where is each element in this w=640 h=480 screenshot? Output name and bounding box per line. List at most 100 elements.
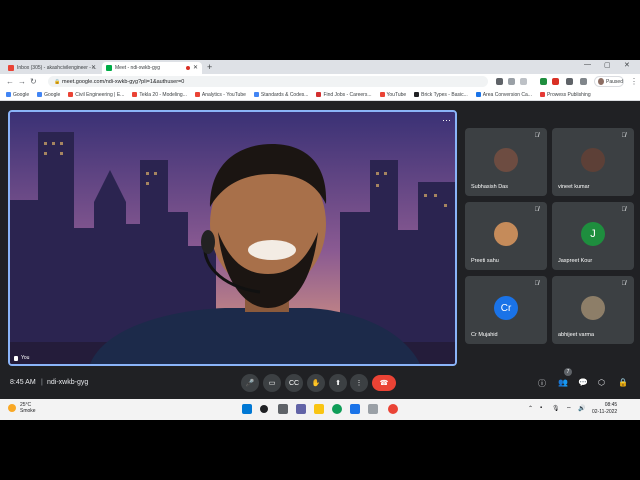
- file-explorer-icon[interactable]: [314, 404, 324, 414]
- more-options-icon[interactable]: ⋯: [442, 115, 451, 126]
- participant-name: abhijeet varma: [558, 332, 595, 338]
- main-video[interactable]: ⋯ You: [8, 110, 457, 366]
- tab-meet[interactable]: Meet - ndi-xwkb-gyg ✕: [102, 62, 202, 74]
- bookmark-item[interactable]: Area Conversion Ca...: [475, 92, 532, 98]
- end-call-button[interactable]: ☎: [372, 375, 396, 391]
- chrome-icon[interactable]: [388, 404, 398, 414]
- activities-icon[interactable]: ⬡: [598, 378, 605, 387]
- bookmark-item[interactable]: Google: [6, 92, 29, 98]
- chat-icon[interactable]: 💬: [578, 378, 588, 387]
- youtube-icon: [379, 92, 385, 97]
- profile-status: Paused: [606, 78, 623, 85]
- system-clock[interactable]: 08:45 02-11-2022: [592, 402, 617, 416]
- people-count-badge: 7: [564, 368, 572, 376]
- present-button[interactable]: ⬆: [329, 374, 347, 392]
- chat-app-icon[interactable]: [296, 404, 306, 414]
- host-controls-icon[interactable]: 🔒: [618, 378, 628, 387]
- weather-widget[interactable]: 25°C Smoke: [8, 402, 36, 414]
- forward-icon[interactable]: →: [18, 77, 26, 86]
- close-window-icon[interactable]: ✕: [624, 61, 630, 69]
- bookmark-item[interactable]: Prowess Publishing: [539, 92, 591, 98]
- puzzle-icon[interactable]: [566, 78, 573, 85]
- tab-gmail[interactable]: Inbox (305) - akashcivilengineer - ... ✕: [4, 62, 100, 74]
- mic-off-icon: 🎙̸: [534, 281, 540, 287]
- participant-photo: [581, 148, 605, 172]
- task-view-icon[interactable]: [278, 404, 288, 414]
- tab-label: Meet - ndi-xwkb-gyg: [115, 65, 161, 71]
- more-options-button[interactable]: ⋮: [350, 374, 368, 392]
- people-icon[interactable]: 👥: [558, 378, 568, 387]
- profile-button[interactable]: Paused: [594, 76, 624, 87]
- brick-icon: [414, 92, 420, 97]
- sidebar-icon[interactable]: [580, 78, 587, 85]
- chevron-up-icon[interactable]: ⌃: [528, 405, 533, 412]
- address-bar[interactable]: 🔒 meet.google.com/ndi-xwkb-gyg?pli=1&aut…: [48, 76, 488, 87]
- share-icon[interactable]: [508, 78, 515, 85]
- browser-toolbar: ← → ↻ 🔒 meet.google.com/ndi-xwkb-gyg?pli…: [0, 74, 640, 89]
- start-icon[interactable]: [242, 404, 252, 414]
- weather-text: Smoke: [20, 408, 36, 414]
- weather-icon: [8, 404, 16, 412]
- back-icon[interactable]: ←: [6, 77, 14, 86]
- camera-tray-icon[interactable]: ▪: [540, 405, 542, 411]
- youtube-icon: [68, 92, 74, 97]
- participant-name: vineet kumar: [558, 184, 590, 190]
- globe-icon: [253, 92, 259, 97]
- participant-tile[interactable]: 🎙̸ Preeti sahu: [465, 202, 547, 270]
- participant-name: Cr Mujahid: [471, 332, 498, 338]
- participant-photo: [494, 148, 518, 172]
- store-icon[interactable]: [350, 404, 360, 414]
- youtube-icon: [132, 92, 138, 97]
- participant-tile[interactable]: 🎙̸ vineet kumar: [552, 128, 634, 196]
- camera-button[interactable]: ▭: [263, 374, 281, 392]
- mic-off-icon: 🎙̸: [534, 133, 540, 139]
- participant-avatar: Cr: [494, 296, 518, 320]
- bookmark-item[interactable]: Analytics - YouTube: [194, 92, 246, 98]
- participant-tile[interactable]: 🎙̸ J Jaspreet Kour: [552, 202, 634, 270]
- youtube-icon: [194, 92, 200, 97]
- star-icon[interactable]: [520, 78, 527, 85]
- participant-tile[interactable]: 🎙̸ Subhasish Das: [465, 128, 547, 196]
- participant-tile[interactable]: 🎙̸ Cr Cr Mujahid: [465, 276, 547, 344]
- search-icon[interactable]: [260, 405, 268, 413]
- self-name: You: [21, 355, 30, 361]
- close-icon[interactable]: ✕: [193, 64, 198, 71]
- participant-avatar: J: [581, 222, 605, 246]
- reload-icon[interactable]: ↻: [30, 77, 37, 86]
- tab-label: Inbox (305) - akashcivilengineer - ...: [17, 65, 97, 71]
- mic-button[interactable]: 🎤: [241, 374, 259, 392]
- close-icon[interactable]: ✕: [91, 64, 96, 71]
- participant-tile[interactable]: 🎙̸ abhijeet varma: [552, 276, 634, 344]
- captions-button[interactable]: CC: [285, 374, 303, 392]
- bookmark-item[interactable]: YouTube: [379, 92, 406, 98]
- raise-hand-button[interactable]: ✋: [307, 374, 325, 392]
- maximize-icon[interactable]: ▢: [604, 61, 611, 69]
- meeting-time: 8:45 AM: [10, 379, 36, 386]
- wifi-icon[interactable]: ⌔: [566, 405, 572, 413]
- bookmark-item[interactable]: Tekla 20 - Modeling...: [132, 92, 187, 98]
- minimize-icon[interactable]: —: [584, 61, 591, 68]
- info-icon[interactable]: ⓘ: [538, 378, 546, 389]
- camera-extension-icon[interactable]: [496, 78, 503, 85]
- volume-icon[interactable]: 🔊: [578, 405, 585, 412]
- meet-icon: [106, 65, 112, 71]
- google-icon: [37, 92, 43, 97]
- bookmark-item[interactable]: Standards & Codes...: [253, 92, 308, 98]
- menu-icon[interactable]: ⋮: [630, 77, 638, 86]
- gmail-icon: [8, 65, 14, 71]
- bookmark-item[interactable]: Find Jobs - Careers...: [316, 92, 372, 98]
- app-icon[interactable]: [368, 404, 378, 414]
- mic-off-icon: [14, 355, 18, 361]
- bookmark-item[interactable]: Civil Engineering | E...: [68, 92, 124, 98]
- mic-tray-icon[interactable]: 🎙: [552, 405, 560, 412]
- area-icon: [475, 92, 481, 97]
- bookmark-item[interactable]: Google: [37, 92, 60, 98]
- extension-green-icon[interactable]: [540, 78, 547, 85]
- edge-icon[interactable]: [332, 404, 342, 414]
- clock-time: 08:45: [604, 402, 618, 408]
- bookmark-item[interactable]: Brick Types - Basic...: [414, 92, 468, 98]
- mic-off-icon: 🎙̸: [621, 281, 627, 287]
- meeting-controls: 8:45 AM | ndi-xwkb-gyg 🎤 ▭ CC ✋ ⬆ ⋮ ☎ ⓘ …: [0, 368, 640, 399]
- new-tab-button[interactable]: +: [207, 62, 212, 72]
- extension-red-icon[interactable]: [552, 78, 559, 85]
